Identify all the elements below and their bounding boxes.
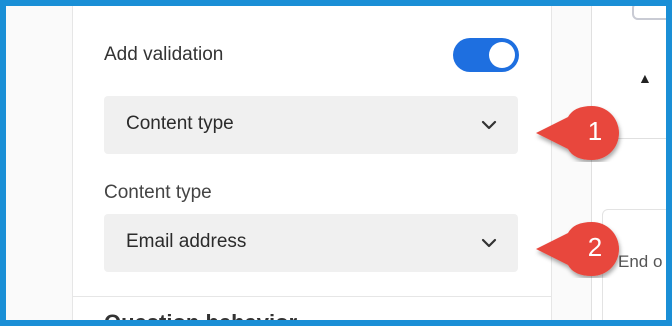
validation-type-value: Content type: [126, 113, 234, 134]
callout-number-2: 2: [587, 232, 603, 262]
section-divider: [72, 296, 552, 297]
content-type-label: Content type: [104, 182, 212, 203]
chevron-down-icon: [481, 238, 497, 248]
screenshot-frame: Add validation Content type Content type…: [0, 0, 672, 326]
left-gutter: [6, 6, 72, 320]
callout-number-1: 1: [587, 116, 603, 146]
preview-control[interactable]: [632, 6, 666, 20]
content-type-value: Email address: [126, 231, 247, 252]
add-validation-toggle[interactable]: [453, 38, 519, 72]
chevron-down-icon: [481, 120, 497, 130]
add-validation-label: Add validation: [104, 44, 224, 65]
question-behavior-heading[interactable]: Question behavior: [104, 310, 297, 320]
scroll-up-arrow-icon[interactable]: ▲: [638, 70, 652, 86]
toggle-knob: [489, 42, 515, 68]
validation-type-select[interactable]: Content type: [104, 96, 518, 154]
content-type-select[interactable]: Email address: [104, 214, 518, 272]
